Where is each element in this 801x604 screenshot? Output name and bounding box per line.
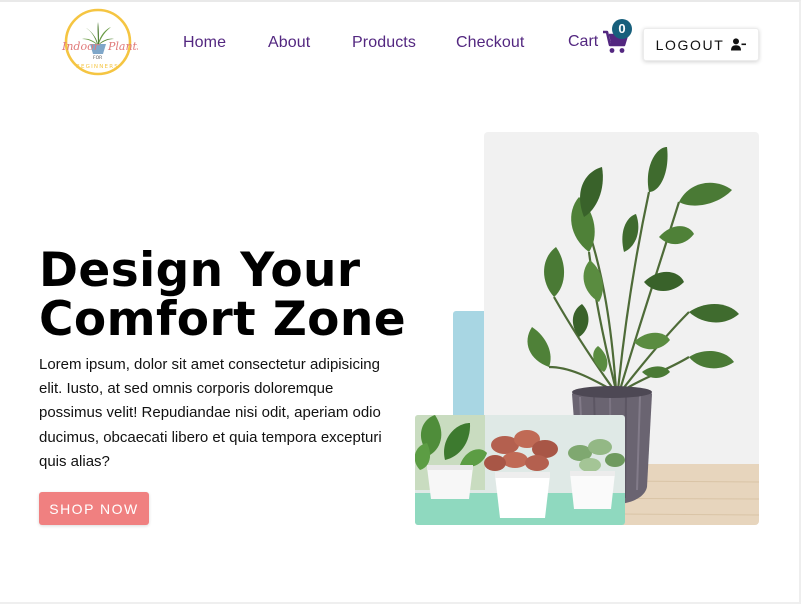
cart-count-badge: 0 [612, 19, 632, 39]
nav-about[interactable]: About [268, 34, 310, 52]
cart-label: Cart [568, 33, 599, 50]
user-minus-icon [731, 38, 747, 51]
hero-title-line-2: Comfort Zone [39, 292, 407, 347]
hero-title-line-1: Design Your [39, 243, 361, 298]
logout-button[interactable]: LOGOUT [643, 28, 759, 61]
page: Indoor Plants FOR BEGINNERS Home About P… [0, 0, 801, 604]
nav-home[interactable]: Home [183, 34, 226, 52]
decorative-accent-block [453, 311, 486, 417]
hero-title: Design Your Comfort Zone [39, 246, 406, 344]
nav-checkout[interactable]: Checkout [456, 34, 524, 52]
logo-emblem: Indoor Plants FOR BEGINNERS [61, 8, 143, 76]
logout-label: LOGOUT [655, 36, 725, 53]
logo-text-for: FOR [93, 55, 102, 61]
brand-logo[interactable]: Indoor Plants FOR BEGINNERS [60, 8, 143, 76]
logo-text-indoor: Indoor [61, 40, 100, 53]
logo-text-plants: Plants [107, 40, 138, 53]
hero-description: Lorem ipsum, dolor sit amet consectetur … [39, 356, 382, 470]
cart-link[interactable]: Cart 0 [568, 19, 632, 60]
plants-pots-image [415, 415, 625, 525]
logo-text-beginners: BEGINNERS [76, 64, 119, 70]
nav-products[interactable]: Products [352, 34, 416, 52]
shop-now-button[interactable]: SHOP NOW [39, 492, 149, 525]
